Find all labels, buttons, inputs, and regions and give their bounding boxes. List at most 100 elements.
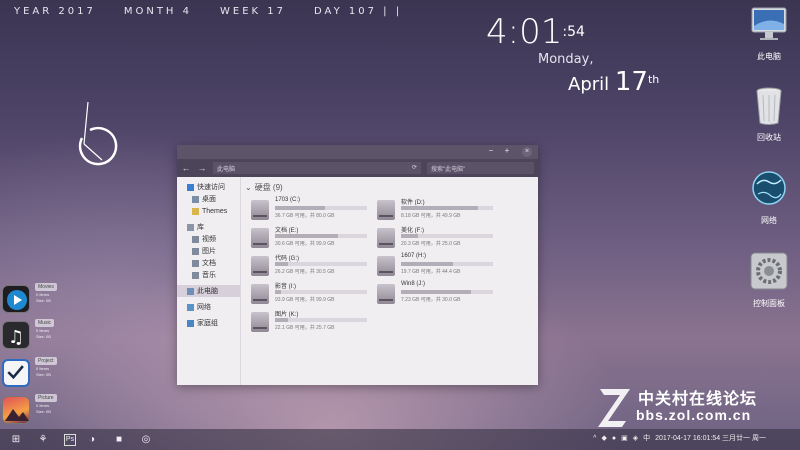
back-arrow-icon[interactable]: ← bbox=[181, 163, 191, 173]
sidebar-item[interactable]: 此电脑 bbox=[177, 285, 240, 297]
app-icon-3[interactable]: ■ bbox=[108, 431, 130, 449]
hard-drive-icon bbox=[251, 312, 269, 332]
desktop-icon bbox=[192, 195, 199, 203]
launcher-size: Size: 0B bbox=[36, 298, 51, 303]
close-icon[interactable]: × bbox=[522, 147, 532, 157]
drive-name: 影音 (I:) bbox=[275, 284, 296, 290]
drive-size: 22.1 GB 可用，共 25.7 GB bbox=[275, 325, 335, 331]
drive-tile[interactable]: 1607 (H:) 19.7 GB 可用，共 44.4 GB bbox=[375, 253, 500, 279]
drive-tile[interactable]: 影音 (I:) 93.9 GB 可用，共 99.9 GB bbox=[249, 281, 374, 307]
drive-tile[interactable]: 美化 (F:) 20.3 GB 可用，共 25.0 GB bbox=[375, 225, 500, 251]
tray-icon-1[interactable]: ◆ bbox=[601, 434, 606, 442]
drive-name: Win8 (J:) bbox=[401, 281, 425, 287]
photoshop-icon[interactable]: Ps bbox=[64, 433, 76, 446]
network-icon bbox=[187, 303, 194, 311]
music-icon bbox=[192, 271, 199, 279]
tray-icon-4[interactable]: ◈ bbox=[633, 434, 638, 442]
sidebar-item[interactable]: 音乐 bbox=[177, 269, 240, 281]
computer-icon bbox=[187, 287, 194, 295]
hard-drive-icon bbox=[377, 256, 395, 276]
drive-usage-bar bbox=[275, 290, 367, 294]
drive-tile[interactable]: 文档 (E:) 30.6 GB 可用，共 99.9 GB bbox=[249, 225, 374, 251]
sidebar-item[interactable]: 家庭组 bbox=[177, 317, 240, 329]
month-name: April bbox=[568, 74, 610, 95]
forward-arrow-icon[interactable]: → bbox=[197, 163, 207, 173]
tray-icon-3[interactable]: ▣ bbox=[621, 434, 628, 442]
app-icon-2[interactable]: ◑ bbox=[81, 431, 103, 449]
drive-usage-fill bbox=[401, 234, 419, 238]
drives-group-header[interactable]: ⌄ 硬盘 (9) bbox=[245, 181, 538, 193]
refresh-icon[interactable]: ⟳ bbox=[412, 164, 417, 172]
desktop-icon-label: 此电脑 bbox=[757, 52, 781, 61]
recycle-bin-icon bbox=[756, 87, 782, 125]
tray-datetime[interactable]: 2017-04-17 16:01:54 三月廿一 周一 bbox=[655, 433, 766, 443]
desktop-icon-label: 回收站 bbox=[757, 133, 781, 142]
address-bar-row: ← → 此电脑 ⟳ 搜索"此电脑" bbox=[177, 159, 538, 177]
tray-icon-2[interactable]: ● bbox=[612, 435, 616, 442]
drive-name: 代码 (G:) bbox=[275, 256, 299, 262]
drive-usage-bar bbox=[275, 234, 367, 238]
launcher-project[interactable]: Project 0 Items Size: 0B bbox=[2, 357, 62, 389]
video-icon bbox=[192, 235, 199, 243]
sidebar-item[interactable]: 库 bbox=[177, 221, 240, 233]
drive-usage-bar bbox=[401, 262, 493, 266]
picture-icon bbox=[2, 396, 30, 424]
drive-usage-fill bbox=[275, 262, 288, 266]
desktop-icon-computer[interactable]: 此电脑 bbox=[739, 4, 799, 62]
weekday-text: Monday, bbox=[538, 52, 594, 67]
address-path-input[interactable]: 此电脑 ⟳ bbox=[213, 162, 421, 174]
sidebar-item[interactable]: 网络 bbox=[177, 301, 240, 313]
launcher-picture[interactable]: Picture 0 Items Size: 0B bbox=[2, 394, 62, 426]
sidebar-item[interactable]: 视频 bbox=[177, 233, 240, 245]
desktop-icon-network[interactable]: 网络 bbox=[739, 168, 799, 226]
chrome-icon[interactable]: ◎ bbox=[135, 431, 157, 449]
window-titlebar[interactable]: − + × bbox=[177, 145, 538, 159]
clock-hours-minutes: 4:01 bbox=[486, 12, 563, 52]
launcher-music[interactable]: ♫ Music 0 Items Size: 0B bbox=[2, 319, 62, 351]
drive-tile[interactable]: Win8 (J:) 7.23 GB 可用，共 30.0 GB bbox=[375, 281, 500, 307]
drive-name: 文档 (E:) bbox=[275, 228, 299, 234]
launcher-title: Movies bbox=[35, 283, 57, 291]
system-tray: ^ ◆ ● ▣ ◈ 中 2017-04-17 16:01:54 三月廿一 周一 bbox=[593, 433, 766, 443]
clock-seconds: :54 bbox=[562, 24, 585, 40]
hard-drive-icon bbox=[251, 200, 269, 220]
search-input[interactable]: 搜索"此电脑" bbox=[427, 162, 534, 174]
sidebar-item[interactable]: 图片 bbox=[177, 245, 240, 257]
drive-size: 30.6 GB 可用，共 99.9 GB bbox=[275, 241, 335, 247]
sidebar-item[interactable]: 桌面 bbox=[177, 193, 240, 205]
launcher-movies[interactable]: Movies 0 Items Size: 0B bbox=[2, 283, 62, 315]
library-icon bbox=[187, 223, 194, 231]
sidebar-item[interactable]: Themes bbox=[177, 205, 240, 217]
sidebar-item[interactable]: 快速访问 bbox=[177, 181, 240, 193]
sidebar-item[interactable]: 文档 bbox=[177, 257, 240, 269]
year-text: YEAR 2017 bbox=[14, 6, 96, 17]
launcher-size: Size: 0B bbox=[36, 334, 51, 339]
hard-drive-icon bbox=[377, 200, 395, 220]
date-stats-bar: YEAR 2017 MONTH 4 WEEK 17 DAY 107 | | bbox=[14, 6, 402, 17]
hard-drive-icon bbox=[251, 228, 269, 248]
day-suffix: th bbox=[647, 73, 660, 86]
drive-tile[interactable]: 软件 (D:) 8.18 GB 可用，共 49.9 GB bbox=[375, 197, 500, 223]
maximize-icon[interactable]: + bbox=[500, 146, 514, 155]
address-path-text: 此电脑 bbox=[217, 167, 236, 173]
drive-size: 36.7 GB 可用，共 80.0 GB bbox=[275, 213, 335, 219]
start-icon[interactable]: ⊞ bbox=[5, 431, 27, 449]
image-icon bbox=[192, 247, 199, 255]
watermark-cn-text: 中关村在线论坛 bbox=[638, 391, 758, 408]
hard-drive-icon bbox=[251, 284, 269, 304]
week-text: WEEK 17 bbox=[220, 6, 286, 17]
tray-up-arrow-icon[interactable]: ^ bbox=[593, 435, 596, 442]
content-pane: ⌄ 硬盘 (9) 1703 (C:) 36.7 GB 可用，共 80.0 GB 软件… bbox=[243, 181, 538, 385]
minimize-icon[interactable]: − bbox=[484, 146, 498, 155]
app-icon-1[interactable]: ⚘ bbox=[32, 431, 54, 449]
drive-name: 1703 (C:) bbox=[275, 197, 301, 203]
desktop-icon-recycle-bin[interactable]: 回收站 bbox=[739, 85, 799, 143]
ime-indicator[interactable]: 中 bbox=[643, 433, 650, 443]
sidebar-item-label: 音乐 bbox=[202, 272, 216, 279]
desktop-icon-control-panel[interactable]: 控制面板 bbox=[739, 251, 799, 309]
drive-usage-bar bbox=[275, 206, 367, 210]
drive-tile[interactable]: 1703 (C:) 36.7 GB 可用，共 80.0 GB bbox=[249, 197, 374, 223]
drive-tile[interactable]: 代码 (G:) 26.2 GB 可用，共 30.5 GB bbox=[249, 253, 374, 279]
drive-tile[interactable]: 图片 (K:) 22.1 GB 可用，共 25.7 GB bbox=[249, 309, 374, 335]
month-text: MONTH 4 bbox=[123, 6, 192, 17]
